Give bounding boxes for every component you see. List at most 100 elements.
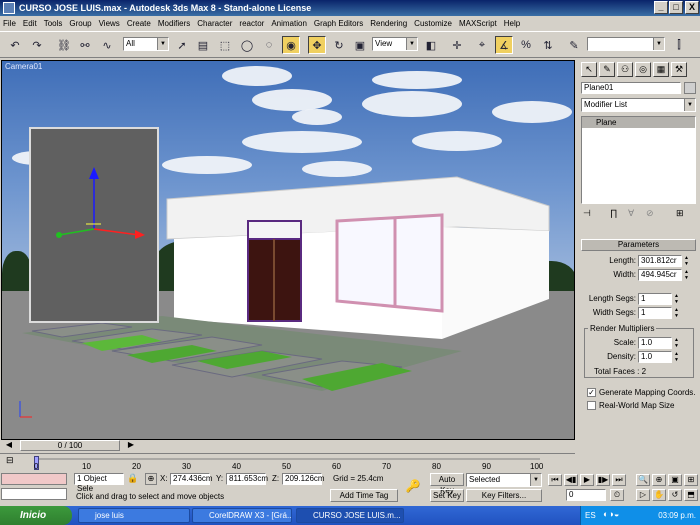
start-button[interactable]: Inicio <box>0 506 72 525</box>
width-segs-spinner[interactable]: ▲ ▼ <box>673 307 680 319</box>
play-icon[interactable]: ▶ <box>580 474 594 486</box>
menu-graph-editors[interactable]: Graph Editors <box>314 19 363 28</box>
angle-snap-icon[interactable]: ∡ <box>495 36 513 54</box>
modifier-list-dropdown[interactable]: Modifier List ▼ <box>581 98 696 112</box>
select-and-move-icon[interactable]: ✥ <box>308 36 326 54</box>
width-spinner[interactable]: ▲ ▼ <box>683 269 690 281</box>
select-object-icon[interactable]: ➚ <box>173 36 191 54</box>
configure-modifier-sets-icon[interactable]: ⊞ <box>676 208 690 220</box>
field-of-view-icon[interactable]: ▷ <box>636 489 650 501</box>
zoom-extents-icon[interactable]: ▣ <box>668 474 682 486</box>
selection-filter-dropdown[interactable]: All ▼ <box>123 37 169 51</box>
reference-coordinate-dropdown[interactable]: View ▼ <box>372 37 418 51</box>
maxscript-listener-white[interactable] <box>1 488 67 500</box>
menu-customize[interactable]: Customize <box>414 19 452 28</box>
width-field[interactable]: 494.945cr <box>638 269 682 281</box>
viewport-label[interactable]: Camera01 <box>5 62 42 71</box>
key-mode-dropdown[interactable]: Selected ▼ <box>466 473 542 487</box>
absolute-mode-icon[interactable]: ⊕ <box>145 473 157 485</box>
length-segs-field[interactable]: 1 <box>638 293 672 305</box>
camera-viewport[interactable]: Camera01 <box>1 60 575 440</box>
menu-group[interactable]: Group <box>69 19 91 28</box>
percent-snap-icon[interactable]: % <box>517 36 535 54</box>
maxscript-listener-pink[interactable] <box>1 473 67 485</box>
redo-icon[interactable]: ↷ <box>28 36 46 54</box>
pan-icon[interactable]: ✋ <box>652 489 666 501</box>
create-tab-icon[interactable]: ↖ <box>581 62 597 77</box>
menu-character[interactable]: Character <box>197 19 232 28</box>
select-by-name-icon[interactable]: ▤ <box>194 36 212 54</box>
unlink-icon[interactable]: ⚯ <box>76 36 94 54</box>
tray-icons[interactable]: ◐◑◒ <box>603 509 619 519</box>
time-slider[interactable]: 0 / 100 <box>20 440 120 451</box>
rectangular-selection-icon[interactable]: ⬚ <box>216 36 234 54</box>
select-manipulate-icon[interactable]: ✛ <box>448 36 466 54</box>
menu-animation[interactable]: Animation <box>271 19 307 28</box>
go-to-start-icon[interactable]: ⏮ <box>548 474 562 486</box>
display-tab-icon[interactable]: ▦ <box>653 62 669 77</box>
stack-item-plane[interactable]: Plane <box>582 117 695 128</box>
utilities-tab-icon[interactable]: ⚒ <box>671 62 687 77</box>
select-and-scale-icon[interactable]: ▣ <box>351 36 369 54</box>
snap-toggle-icon[interactable]: ⌖ <box>473 36 491 54</box>
real-world-map-checkbox[interactable] <box>587 401 596 410</box>
modify-tab-icon[interactable]: ✎ <box>599 62 615 77</box>
density-field[interactable]: 1.0 <box>638 351 672 363</box>
motion-tab-icon[interactable]: ◎ <box>635 62 651 77</box>
width-segs-field[interactable]: 1 <box>638 307 672 319</box>
pin-stack-icon[interactable]: ⊣ <box>583 208 597 220</box>
x-coordinate-field[interactable]: 274.436cm <box>170 473 213 485</box>
next-frame-icon[interactable]: ▮▶ <box>596 474 610 486</box>
undo-icon[interactable]: ↶ <box>6 36 24 54</box>
menu-maxscript[interactable]: MAXScript <box>459 19 497 28</box>
minimize-button[interactable]: _ <box>654 1 668 14</box>
add-time-tag-button[interactable]: Add Time Tag <box>330 489 398 502</box>
lock-icon[interactable]: 🔒 <box>127 473 139 485</box>
menu-help[interactable]: Help <box>504 19 520 28</box>
menu-views[interactable]: Views <box>99 19 120 28</box>
taskbar-item-folder[interactable]: jose luis <box>78 508 190 523</box>
previous-frame-icon[interactable]: ◀▮ <box>564 474 578 486</box>
mirror-icon[interactable]: ⫿ <box>670 36 688 54</box>
close-button[interactable]: X <box>685 1 699 14</box>
language-indicator[interactable]: ES <box>585 511 596 520</box>
y-coordinate-field[interactable]: 811.653cm <box>226 473 268 485</box>
taskbar-item-3dsmax[interactable]: CURSO JOSE LUIS.m... <box>296 508 404 523</box>
generate-mapping-checkbox[interactable]: ✓ <box>587 388 596 397</box>
length-spinner[interactable]: ▲ ▼ <box>683 255 690 267</box>
menu-tools[interactable]: Tools <box>44 19 63 28</box>
time-slider-prev-icon[interactable]: ◀ <box>0 440 18 451</box>
go-to-end-icon[interactable]: ⏭ <box>612 474 626 486</box>
key-filters-button[interactable]: Key Filters... <box>466 489 542 502</box>
maximize-button[interactable]: □ <box>669 1 683 14</box>
zoom-all-icon[interactable]: ⊕ <box>652 474 666 486</box>
length-segs-spinner[interactable]: ▲ ▼ <box>673 293 680 305</box>
select-link-icon[interactable]: ⛓ <box>55 36 73 54</box>
density-spinner[interactable]: ▲ ▼ <box>673 351 680 363</box>
show-end-result-icon[interactable]: ∏ <box>610 208 624 220</box>
current-frame-field[interactable]: 0 <box>566 489 606 501</box>
auto-key-button[interactable]: Auto Key <box>430 473 464 495</box>
select-and-rotate-icon[interactable]: ↻ <box>330 36 348 54</box>
spinner-snap-icon[interactable]: ⇅ <box>539 36 557 54</box>
fence-selection-icon[interactable]: ◌ <box>260 36 278 54</box>
modifier-stack[interactable]: Plane <box>581 116 696 204</box>
object-color-swatch[interactable] <box>684 82 696 94</box>
menu-rendering[interactable]: Rendering <box>370 19 407 28</box>
set-key-button[interactable]: Set Key <box>430 489 464 502</box>
menu-file[interactable]: File <box>3 19 16 28</box>
set-key-mode-icon[interactable]: 🔑 <box>400 479 426 493</box>
make-unique-icon[interactable]: ∀ <box>628 208 642 220</box>
time-slider-next-icon[interactable]: ▶ <box>122 440 140 451</box>
bind-space-warp-icon[interactable]: ∿ <box>98 36 116 54</box>
scale-field[interactable]: 1.0 <box>638 337 672 349</box>
length-field[interactable]: 301.812cr <box>638 255 682 267</box>
parameters-rollout[interactable]: Parameters <box>581 239 696 251</box>
z-coordinate-field[interactable]: 209.126cm <box>282 473 325 485</box>
named-selection-edit-icon[interactable]: ✎ <box>565 36 583 54</box>
taskbar-item-coreldraw[interactable]: CorelDRAW X3 - [Grá... <box>192 508 292 523</box>
orbit-icon[interactable]: ↺ <box>668 489 682 501</box>
menu-edit[interactable]: Edit <box>23 19 37 28</box>
time-config-icon[interactable]: ⏲ <box>610 489 624 501</box>
menu-create[interactable]: Create <box>127 19 151 28</box>
